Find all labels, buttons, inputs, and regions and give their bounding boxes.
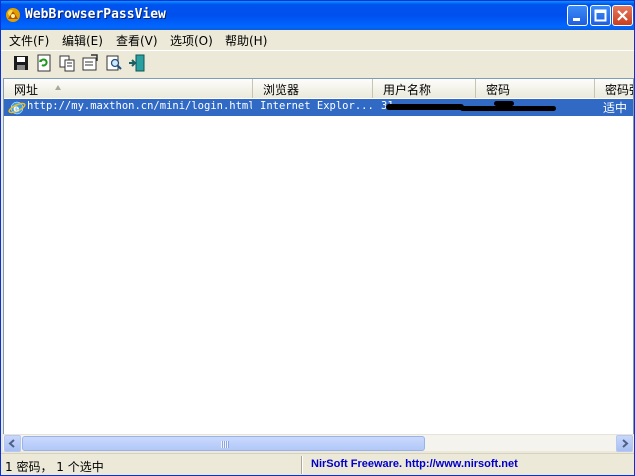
- column-header-url[interactable]: 网址: [4, 79, 253, 98]
- list-header: 网址 浏览器 用户名称 密码 密码强: [4, 79, 633, 98]
- svg-text:e: e: [13, 105, 19, 115]
- cell-strength: 适中: [603, 101, 628, 115]
- table-row[interactable]: e http://my.maxthon.cn/mini/login.html I…: [4, 99, 633, 116]
- close-icon: [617, 10, 628, 21]
- app-window: WebBrowserPassView 文件(F) 编辑(E) 查看(V) 选项(…: [0, 0, 635, 476]
- horizontal-scrollbar[interactable]: [3, 434, 634, 452]
- scroll-right-button[interactable]: [616, 435, 633, 452]
- menu-help[interactable]: 帮助(H): [225, 32, 267, 49]
- toolbar: [1, 50, 634, 75]
- column-header-username[interactable]: 用户名称: [373, 79, 476, 98]
- minimize-button[interactable]: [567, 5, 588, 26]
- properties-icon[interactable]: [81, 54, 99, 72]
- chevron-left-icon: [8, 439, 15, 448]
- menu-bar: 文件(F) 编辑(E) 查看(V) 选项(O) 帮助(H): [1, 30, 634, 49]
- scroll-thumb[interactable]: [22, 436, 425, 451]
- status-divider: [301, 456, 303, 474]
- column-label: 浏览器: [263, 83, 300, 97]
- minimize-icon: [573, 18, 580, 21]
- maximize-button[interactable]: [590, 5, 611, 26]
- cell-url: http://my.maxthon.cn/mini/login.html: [27, 100, 252, 112]
- chevron-right-icon: [622, 439, 629, 448]
- title-bar[interactable]: WebBrowserPassView: [1, 1, 634, 30]
- refresh-icon[interactable]: [35, 54, 53, 72]
- redaction-mark: [460, 106, 556, 111]
- menu-options[interactable]: 选项(O): [170, 32, 213, 49]
- column-label: 用户名称: [383, 83, 432, 97]
- copy-icon[interactable]: [58, 54, 76, 72]
- menu-edit[interactable]: 编辑(E): [62, 32, 103, 49]
- redaction-mark: [494, 101, 514, 106]
- scroll-left-button[interactable]: [4, 435, 21, 452]
- app-icon: [6, 8, 20, 22]
- column-header-strength[interactable]: 密码强: [595, 79, 633, 98]
- column-label: 密码强: [605, 83, 633, 97]
- save-icon[interactable]: [12, 54, 30, 72]
- close-button[interactable]: [612, 5, 633, 26]
- column-label: 网址: [14, 83, 39, 97]
- password-list[interactable]: 网址 浏览器 用户名称 密码 密码强 e http://my.maxthon.c…: [3, 78, 634, 451]
- grip-icon: [221, 441, 229, 448]
- column-label: 密码: [486, 83, 511, 97]
- menu-view[interactable]: 查看(V): [116, 32, 158, 49]
- column-header-browser[interactable]: 浏览器: [253, 79, 373, 98]
- internet-explorer-icon: e: [8, 101, 26, 115]
- sort-ascending-icon: [55, 85, 61, 90]
- window-title: WebBrowserPassView: [25, 7, 166, 22]
- exit-icon[interactable]: [128, 54, 146, 72]
- status-bar: 1 密码， 1 个选中 NirSoft Freeware. http://www…: [1, 453, 634, 475]
- find-icon[interactable]: [105, 54, 123, 72]
- column-header-password[interactable]: 密码: [476, 79, 595, 98]
- menu-file[interactable]: 文件(F): [9, 32, 49, 49]
- redaction-mark: [386, 104, 464, 110]
- maximize-icon: [594, 9, 607, 22]
- cell-browser: Internet Explor...: [260, 100, 372, 112]
- status-count: 1 密码， 1 个选中: [5, 460, 104, 474]
- nirsoft-link[interactable]: NirSoft Freeware. http://www.nirsoft.net: [311, 458, 518, 470]
